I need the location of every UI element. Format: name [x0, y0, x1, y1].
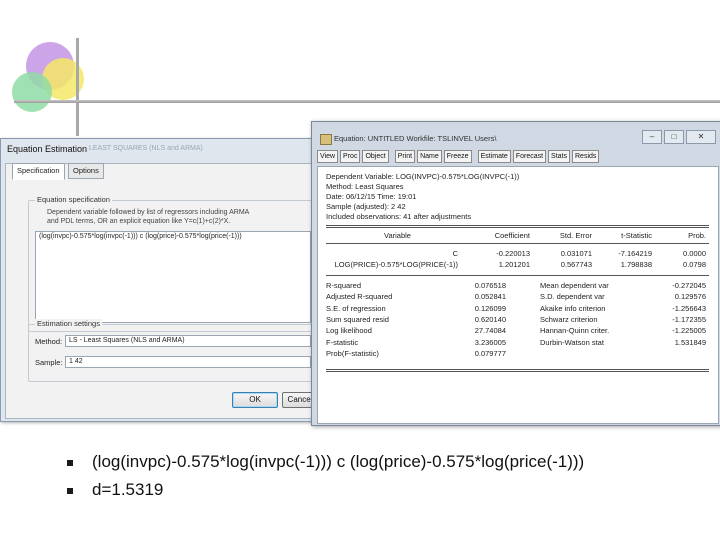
settings-group-label: Estimation settings [35, 319, 102, 328]
coef-std-error: 0.031071 [560, 249, 592, 258]
equation-text: (log(invpc)-0.575*log(invpc(-1))) c (log… [39, 233, 242, 240]
stat-value-2: -1.256643 [672, 303, 706, 313]
stat-label-2: Akaike info criterion [540, 303, 606, 313]
coef-t-stat: -7.164219 [618, 249, 652, 258]
bullet-marker [67, 488, 73, 494]
stat-label-2: Hannan-Quinn criter. [540, 326, 610, 336]
dialog-title: Equation Estimation [7, 144, 88, 154]
stat-value: 27.74084 [474, 326, 506, 336]
stat-value-2: -0.272045 [672, 281, 706, 290]
stat-value: 0.620140 [474, 314, 506, 324]
dialog-body: Specification Options Equation specifica… [5, 163, 321, 419]
table-rule [326, 225, 709, 226]
regression-output: Dependent Variable: LOG(INVPC)-0.575*LOG… [317, 166, 719, 424]
col-header-coefficient: Coefficient [494, 231, 530, 240]
toolbar-estimate-button[interactable]: Estimate [477, 150, 511, 163]
stat-value-2: -1.172355 [672, 314, 706, 324]
coef-value: -0.220013 [496, 249, 530, 258]
spec-note-line-1: Dependent variable followed by list of r… [47, 209, 250, 216]
spec-note-line-2: and PDL terms, OR an explicit equation l… [47, 218, 231, 225]
maximize-icon[interactable]: □ [664, 130, 684, 144]
col-header-variable: Variable [384, 231, 411, 240]
stat-label: F-statistic [326, 337, 359, 347]
coef-value: 1.201201 [498, 260, 530, 269]
stat-label: Log likelihood [326, 326, 372, 336]
toolbar-view-button[interactable]: View [317, 150, 339, 163]
equation-specification-group: Equation specification Dependent variabl… [28, 195, 318, 332]
table-rule [326, 371, 709, 372]
dialog-title-subtitle: LEAST SQUARES (NLS and ARMA) [89, 145, 203, 152]
equation-input[interactable]: (log(invpc)-0.575*log(invpc(-1))) c (log… [35, 231, 311, 323]
sample-input[interactable]: 1 42 [65, 356, 311, 368]
minimize-icon[interactable]: – [642, 130, 662, 144]
stat-value: 3.236005 [474, 337, 506, 347]
stat-label-2: Mean dependent var [540, 281, 609, 290]
ok-button[interactable]: OK [232, 392, 278, 408]
estimation-settings-group: Estimation settings Method: LS - Least S… [28, 319, 318, 382]
coef-prob: 0.0798 [683, 260, 706, 269]
header-line: Dependent Variable: LOG(INVPC)-0.575*LOG… [326, 172, 520, 181]
table-rule [326, 243, 709, 244]
stat-value: 0.126099 [474, 303, 506, 313]
window-title: Equation: UNTITLED Workfile: TSLINVEL Us… [334, 134, 497, 143]
stat-label: Prob(F-statistic) [326, 348, 379, 358]
toolbar-resids-button[interactable]: Resids [572, 150, 600, 163]
stat-label: Adjusted R-squared [326, 292, 393, 302]
header-line: Date: 06/12/15 Time: 19:01 [326, 192, 417, 201]
equation-estimation-dialog: Equation Estimation LEAST SQUARES (NLS a… [0, 138, 324, 422]
sample-label: Sample: [35, 358, 63, 367]
stat-label-2: Schwarz criterion [540, 314, 598, 324]
coef-prob: 0.0000 [683, 249, 706, 258]
header-line: Sample (adjusted): 2 42 [326, 202, 406, 211]
sample-value: 1 42 [69, 358, 83, 365]
toolbar-forecast-button[interactable]: Forecast [512, 150, 547, 163]
coef-variable: C [452, 249, 458, 258]
toolbar-print-button[interactable]: Print [394, 150, 416, 163]
method-label: Method: [35, 337, 63, 346]
bullet-text-dw: d=1.5319 [92, 480, 164, 499]
bullet-text-equation: (log(invpc)-0.575*log(invpc(-1))) c (log… [92, 452, 585, 471]
equation-toolbar: View Proc Object Print Name Freeze Estim… [317, 150, 600, 163]
stat-label: R-squared [326, 281, 362, 290]
spec-group-label: Equation specification [35, 195, 112, 204]
table-rule [326, 227, 709, 228]
toolbar-proc-button[interactable]: Proc [340, 150, 361, 163]
col-header-t-statistic: t-Statistic [621, 231, 652, 240]
header-line: Included observations: 41 after adjustme… [326, 212, 472, 221]
header-line: Method: Least Squares [326, 182, 404, 191]
method-select[interactable]: LS - Least Squares (NLS and ARMA) [65, 335, 311, 347]
col-header-prob: Prob. [688, 231, 706, 240]
coef-t-stat: 1.798838 [620, 260, 652, 269]
toolbar-object-button[interactable]: Object [362, 150, 389, 163]
bullet-marker [67, 460, 73, 466]
stat-value: 0.052841 [474, 292, 506, 302]
logo-circle-green [12, 72, 52, 112]
tab-specification[interactable]: Specification [12, 163, 65, 180]
stat-value-2: 0.129576 [674, 292, 706, 302]
table-rule [326, 369, 709, 370]
toolbar-name-button[interactable]: Name [417, 150, 442, 163]
table-rule [326, 275, 709, 276]
stat-value-2: -1.225005 [672, 326, 706, 336]
coef-variable: LOG(PRICE)-0.575*LOG(PRICE(-1)) [334, 260, 458, 269]
tab-options[interactable]: Options [68, 163, 104, 179]
stat-value: 0.079777 [474, 348, 506, 358]
coef-std-error: 0.567743 [560, 260, 592, 269]
stat-label-2: Durbin-Watson stat [540, 337, 604, 347]
equation-window-icon [320, 134, 332, 145]
equation-output-window: Equation: UNTITLED Workfile: TSLINVEL Us… [311, 121, 720, 426]
slide-divider-line [14, 100, 720, 103]
stat-label: Sum squared resid [326, 314, 389, 324]
logo-vertical-line [76, 38, 79, 136]
toolbar-freeze-button[interactable]: Freeze [443, 150, 472, 163]
col-header-std-error: Std. Error [559, 231, 592, 240]
stat-value-2: 1.531849 [674, 337, 706, 347]
stat-value: 0.076518 [474, 281, 506, 290]
stat-label-2: S.D. dependent var [540, 292, 605, 302]
method-value: LS - Least Squares (NLS and ARMA) [69, 337, 185, 344]
toolbar-stats-button[interactable]: Stats [548, 150, 570, 163]
close-icon[interactable]: ✕ [686, 130, 716, 144]
stat-label: S.E. of regression [326, 303, 386, 313]
